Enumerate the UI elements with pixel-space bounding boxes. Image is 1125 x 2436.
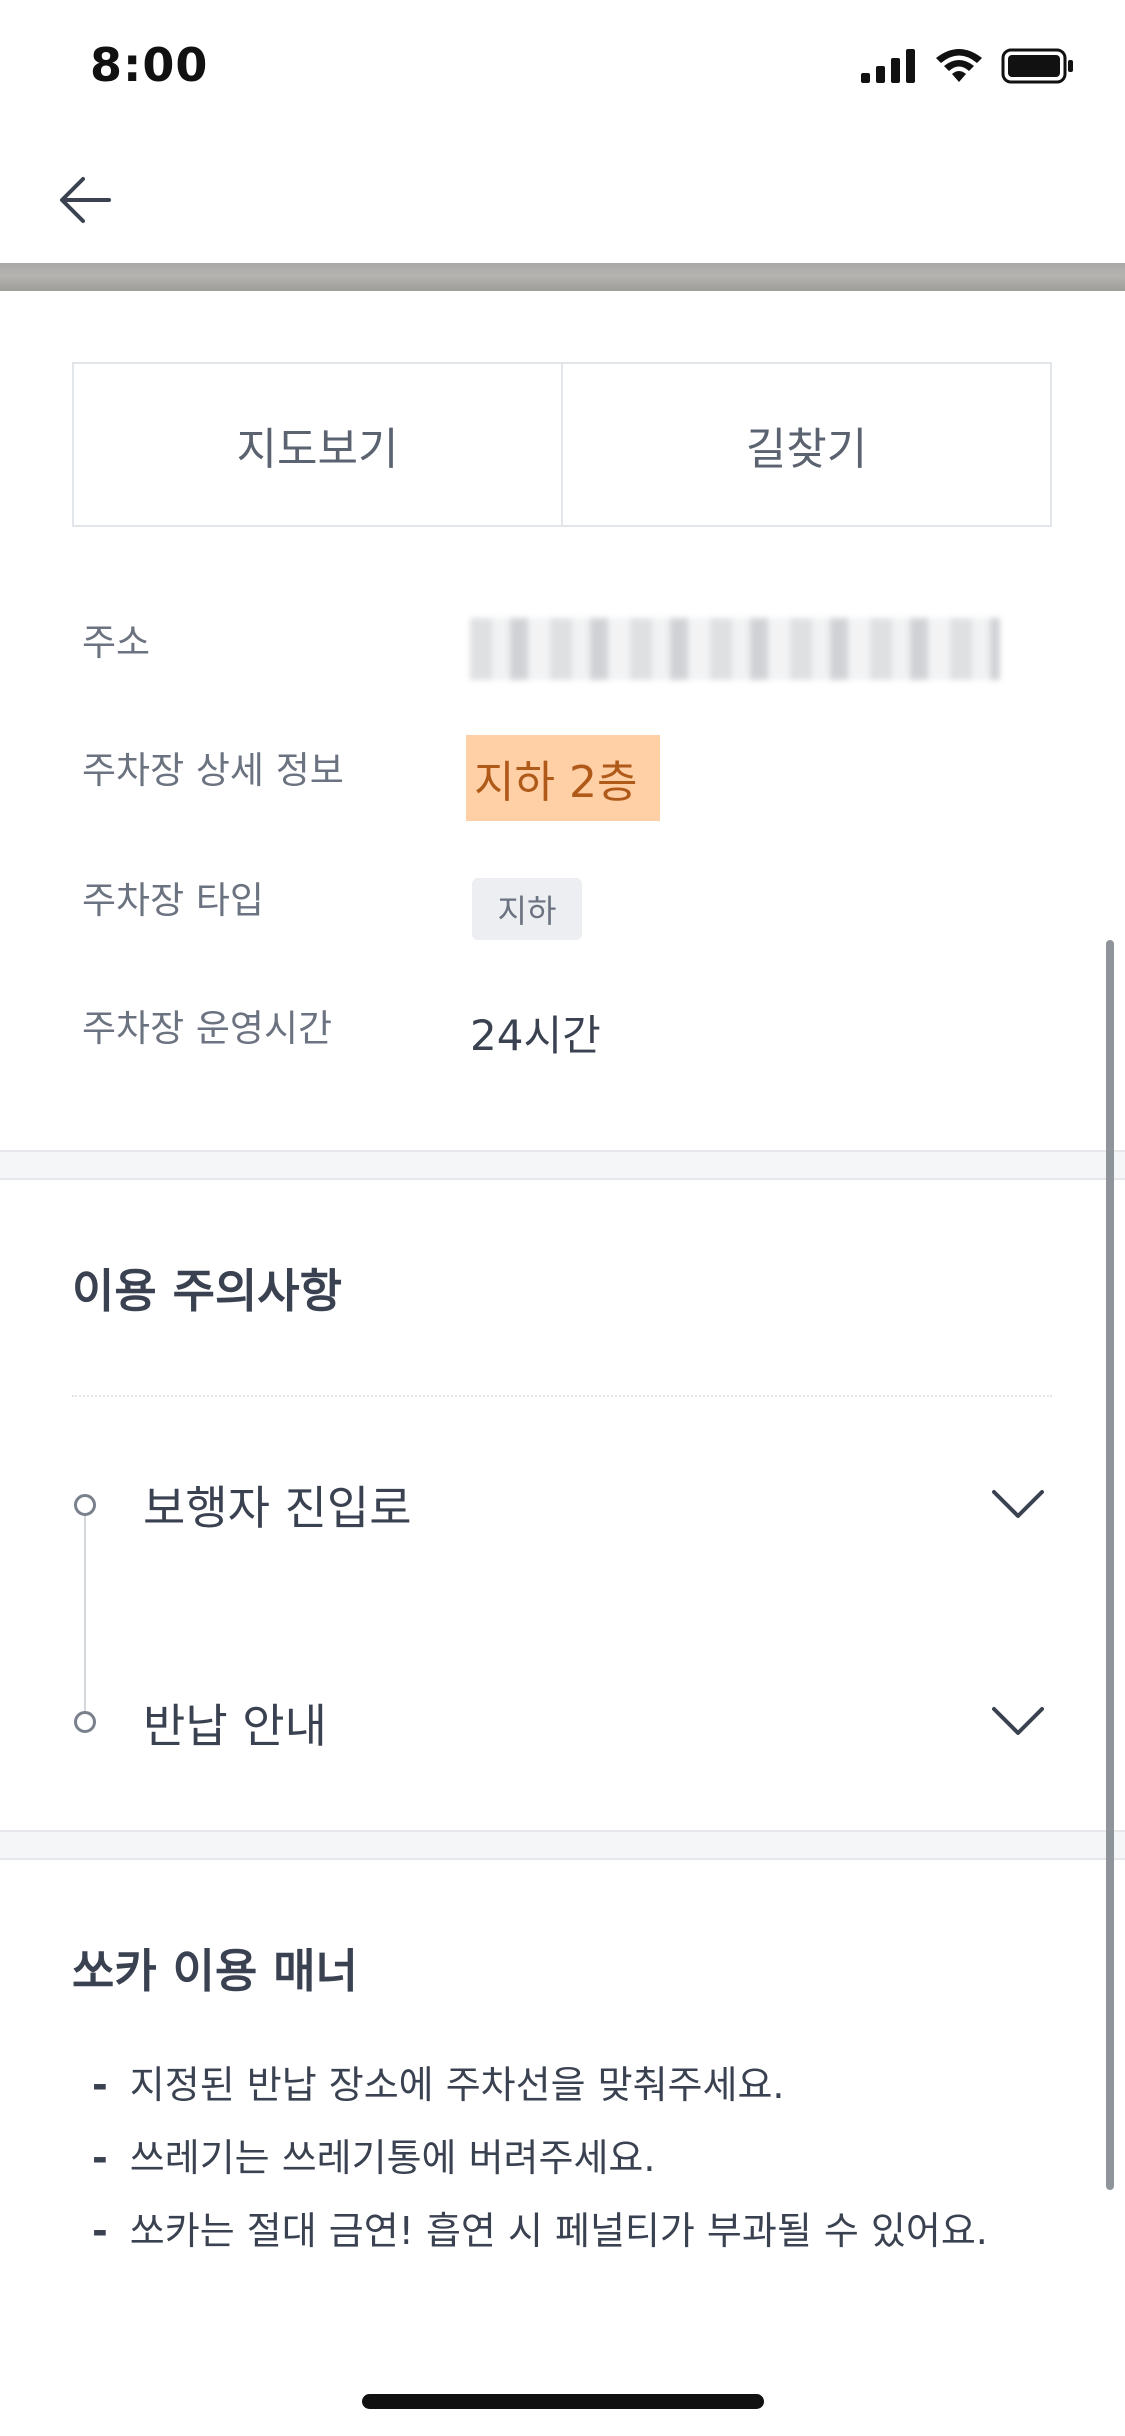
arrow-left-icon	[60, 177, 111, 223]
detail-label: 주차장 상세 정보	[82, 749, 344, 792]
back-button[interactable]	[50, 168, 120, 232]
timeline-dot	[74, 1494, 96, 1516]
list-dash: -	[92, 2209, 108, 2253]
type-label: 주차장 타입	[82, 879, 264, 922]
status-icons	[861, 48, 1075, 84]
status-time: 8:00	[90, 38, 209, 92]
address-label: 주소	[82, 621, 151, 664]
manner-item: - 쓰레기는 쓰레기통에 버려주세요.	[92, 2127, 655, 2182]
timeline-line	[84, 1510, 86, 1722]
list-dash: -	[92, 2136, 108, 2180]
type-tag: 지하	[472, 878, 582, 940]
scrollbar[interactable]	[1106, 940, 1114, 2190]
map-view-button[interactable]: 지도보기	[74, 364, 561, 525]
manner-title: 쏘카 이용 매너	[72, 1944, 358, 1998]
hours-label: 주차장 운영시간	[82, 1007, 333, 1050]
manner-text: 쏘카는 절대 금연! 흡연 시 페널티가 부과될 수 있어요.	[129, 2209, 988, 2253]
caution-title: 이용 주의사항	[72, 1264, 342, 1318]
accordion-pedestrian-entrance[interactable]: 보행자 진입로	[143, 1472, 412, 1538]
parking-photo	[0, 263, 1125, 291]
section-divider	[0, 1150, 1125, 1180]
address-value-redacted	[470, 618, 1000, 680]
route-button[interactable]: 길찾기	[561, 364, 1050, 525]
detail-value: 지하 2층	[474, 757, 638, 808]
manner-item: - 쏘카는 절대 금연! 흡연 시 페널티가 부과될 수 있어요.	[92, 2200, 988, 2255]
list-dash: -	[92, 2063, 108, 2107]
accordion-return-guide[interactable]: 반납 안내	[143, 1690, 327, 1756]
manner-text: 지정된 반납 장소에 주차선을 맞춰주세요.	[129, 2063, 785, 2107]
dotted-divider	[72, 1395, 1052, 1397]
manner-text: 쓰레기는 쓰레기통에 버려주세요.	[129, 2136, 656, 2180]
manner-item: - 지정된 반납 장소에 주차선을 맞춰주세요.	[92, 2054, 785, 2109]
map-route-buttons: 지도보기 길찾기	[72, 362, 1052, 527]
battery-icon	[1001, 48, 1073, 84]
signal-icon	[861, 49, 915, 83]
timeline-dot	[74, 1711, 96, 1733]
chevron-down-icon[interactable]	[990, 1484, 1046, 1524]
wifi-icon	[936, 49, 982, 82]
hours-value: 24시간	[470, 1011, 601, 1060]
section-divider	[0, 1830, 1125, 1860]
home-indicator	[362, 2394, 764, 2409]
chevron-down-icon[interactable]	[990, 1701, 1046, 1741]
